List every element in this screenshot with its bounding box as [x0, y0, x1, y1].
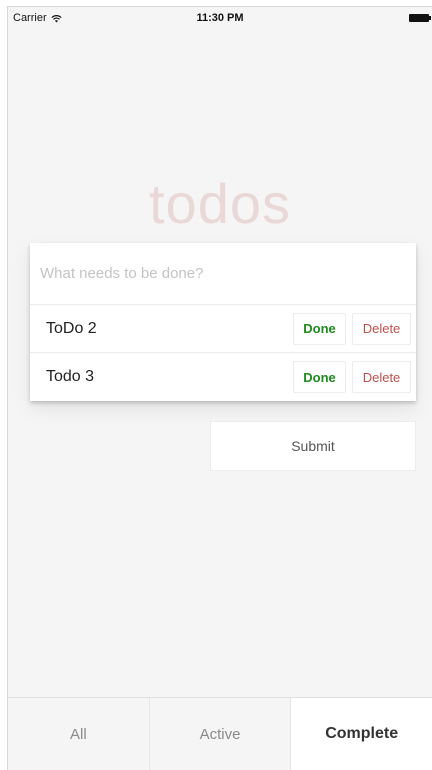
app-title: todos	[149, 172, 291, 235]
battery-icon	[409, 14, 431, 22]
done-button[interactable]: Done	[293, 312, 346, 345]
tab-active[interactable]: Active	[150, 698, 292, 770]
done-button[interactable]: Done	[293, 361, 346, 393]
app-screen: Carrier 11:30 PM todos ToDo 2 Done Delet…	[7, 6, 432, 770]
filter-tab-bar: All Active Complete	[8, 697, 432, 770]
submit-button[interactable]: Submit	[210, 421, 416, 471]
todo-item: ToDo 2 Done Delete	[30, 305, 416, 353]
todo-label: ToDo 2	[46, 319, 97, 337]
delete-button[interactable]: Delete	[352, 361, 411, 393]
todo-label: Todo 3	[46, 368, 95, 385]
todo-card: ToDo 2 Done Delete Todo 3 Done Delete	[30, 243, 416, 401]
new-todo-input[interactable]	[30, 243, 416, 305]
tab-all[interactable]: All	[8, 698, 150, 770]
delete-button[interactable]: Delete	[352, 312, 411, 345]
status-time: 11:30 PM	[196, 12, 244, 24]
status-bar: Carrier 11:30 PM	[8, 7, 432, 29]
todo-item: Todo 3 Done Delete	[30, 353, 416, 401]
tab-complete[interactable]: Complete	[291, 698, 432, 770]
